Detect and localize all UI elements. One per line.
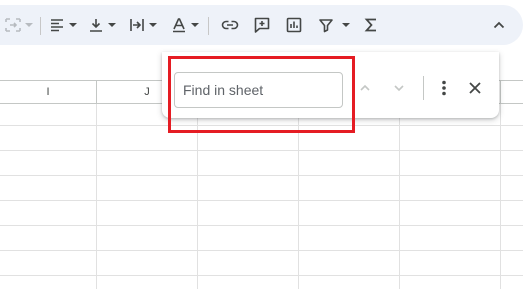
merge-cells-button[interactable]	[0, 5, 38, 45]
horizontal-align-button[interactable]	[46, 5, 80, 45]
filter-button[interactable]	[312, 5, 356, 45]
text-wrapping-icon	[129, 17, 145, 33]
text-wrapping-button[interactable]	[124, 5, 162, 45]
column-header-i[interactable]: I	[0, 81, 97, 103]
grid-line	[0, 175, 523, 176]
toolbar-divider	[208, 17, 209, 35]
merge-cells-icon	[5, 17, 21, 33]
grid-line	[96, 104, 97, 289]
more-options-button[interactable]	[430, 76, 458, 104]
chevron-down-icon	[393, 81, 405, 99]
insert-comment-icon	[253, 16, 271, 34]
toolbar-divider	[40, 17, 41, 35]
grid-line	[500, 104, 501, 289]
grid-line	[0, 225, 523, 226]
insert-chart-button[interactable]	[280, 5, 308, 45]
grid-line	[298, 104, 299, 289]
panel-divider	[423, 76, 424, 100]
functions-button[interactable]	[358, 5, 384, 45]
text-rotation-icon	[171, 17, 187, 33]
filter-icon	[318, 17, 334, 33]
vertical-align-icon	[88, 17, 104, 33]
next-match-button[interactable]	[385, 76, 413, 104]
chevron-up-icon	[359, 81, 371, 99]
spreadsheet-window: I J	[0, 0, 523, 289]
insert-link-icon	[221, 16, 239, 34]
previous-match-button[interactable]	[351, 76, 379, 104]
insert-link-button[interactable]	[216, 5, 244, 45]
column-header-n[interactable]	[501, 81, 523, 103]
find-in-sheet-input[interactable]	[174, 72, 343, 108]
grid-line	[399, 104, 400, 289]
more-vertical-icon	[442, 80, 446, 101]
grid-line	[0, 150, 523, 151]
insert-comment-button[interactable]	[248, 5, 276, 45]
grid-line	[0, 250, 523, 251]
text-rotation-button[interactable]	[166, 5, 204, 45]
chevron-up-icon	[492, 18, 506, 32]
horizontal-align-icon	[49, 17, 65, 33]
functions-sigma-icon	[364, 17, 378, 33]
close-icon	[468, 81, 482, 100]
grid-line	[197, 104, 198, 289]
toolbar	[0, 5, 523, 45]
close-find-button[interactable]	[461, 76, 489, 104]
vertical-align-button[interactable]	[84, 5, 120, 45]
insert-chart-icon	[285, 16, 303, 34]
grid-line	[0, 125, 523, 126]
find-in-sheet-panel	[162, 52, 499, 118]
collapse-toolbar-button[interactable]	[486, 5, 512, 45]
grid-line	[0, 275, 523, 276]
grid-line	[0, 200, 523, 201]
